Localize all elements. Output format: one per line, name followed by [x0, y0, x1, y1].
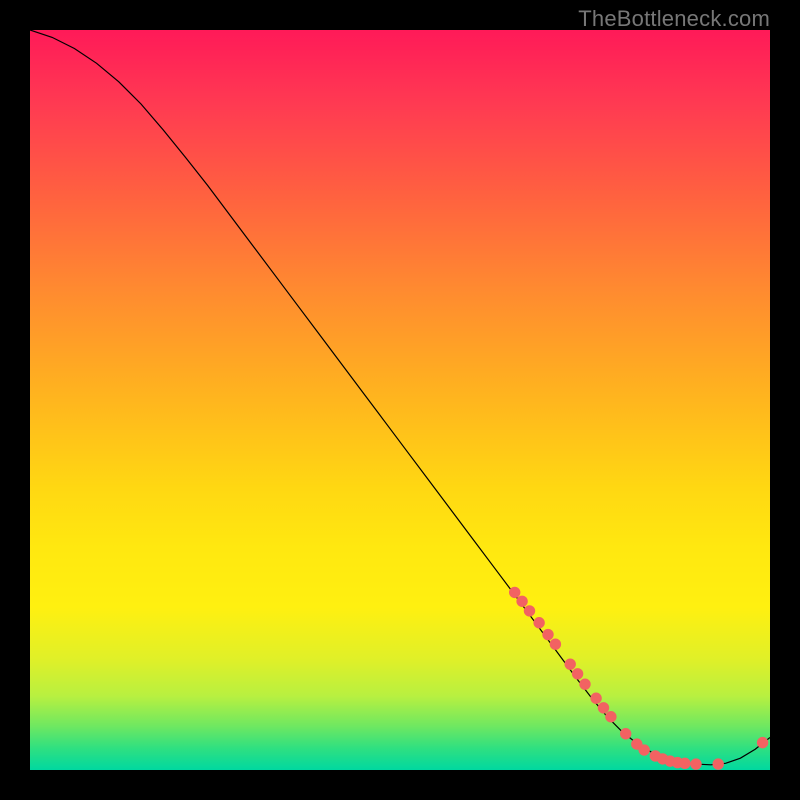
data-marker [606, 712, 616, 722]
data-marker [621, 729, 631, 739]
data-marker [510, 587, 520, 597]
data-marker [524, 606, 534, 616]
data-marker [691, 759, 701, 769]
data-marker [680, 758, 690, 768]
data-marker [517, 596, 527, 606]
data-marker [598, 703, 608, 713]
marker-group [510, 587, 768, 769]
data-marker [639, 745, 649, 755]
bottleneck-curve [30, 30, 770, 765]
watermark-text: TheBottleneck.com [578, 6, 770, 32]
data-marker [565, 659, 575, 669]
plot-area [30, 30, 770, 770]
data-marker [580, 679, 590, 689]
data-marker [713, 759, 723, 769]
chart-stage: TheBottleneck.com [0, 0, 800, 800]
data-marker [550, 639, 560, 649]
data-marker [757, 737, 767, 747]
data-marker [534, 618, 544, 628]
data-marker [572, 669, 582, 679]
data-marker [591, 693, 601, 703]
chart-svg [30, 30, 770, 770]
data-marker [543, 629, 553, 639]
